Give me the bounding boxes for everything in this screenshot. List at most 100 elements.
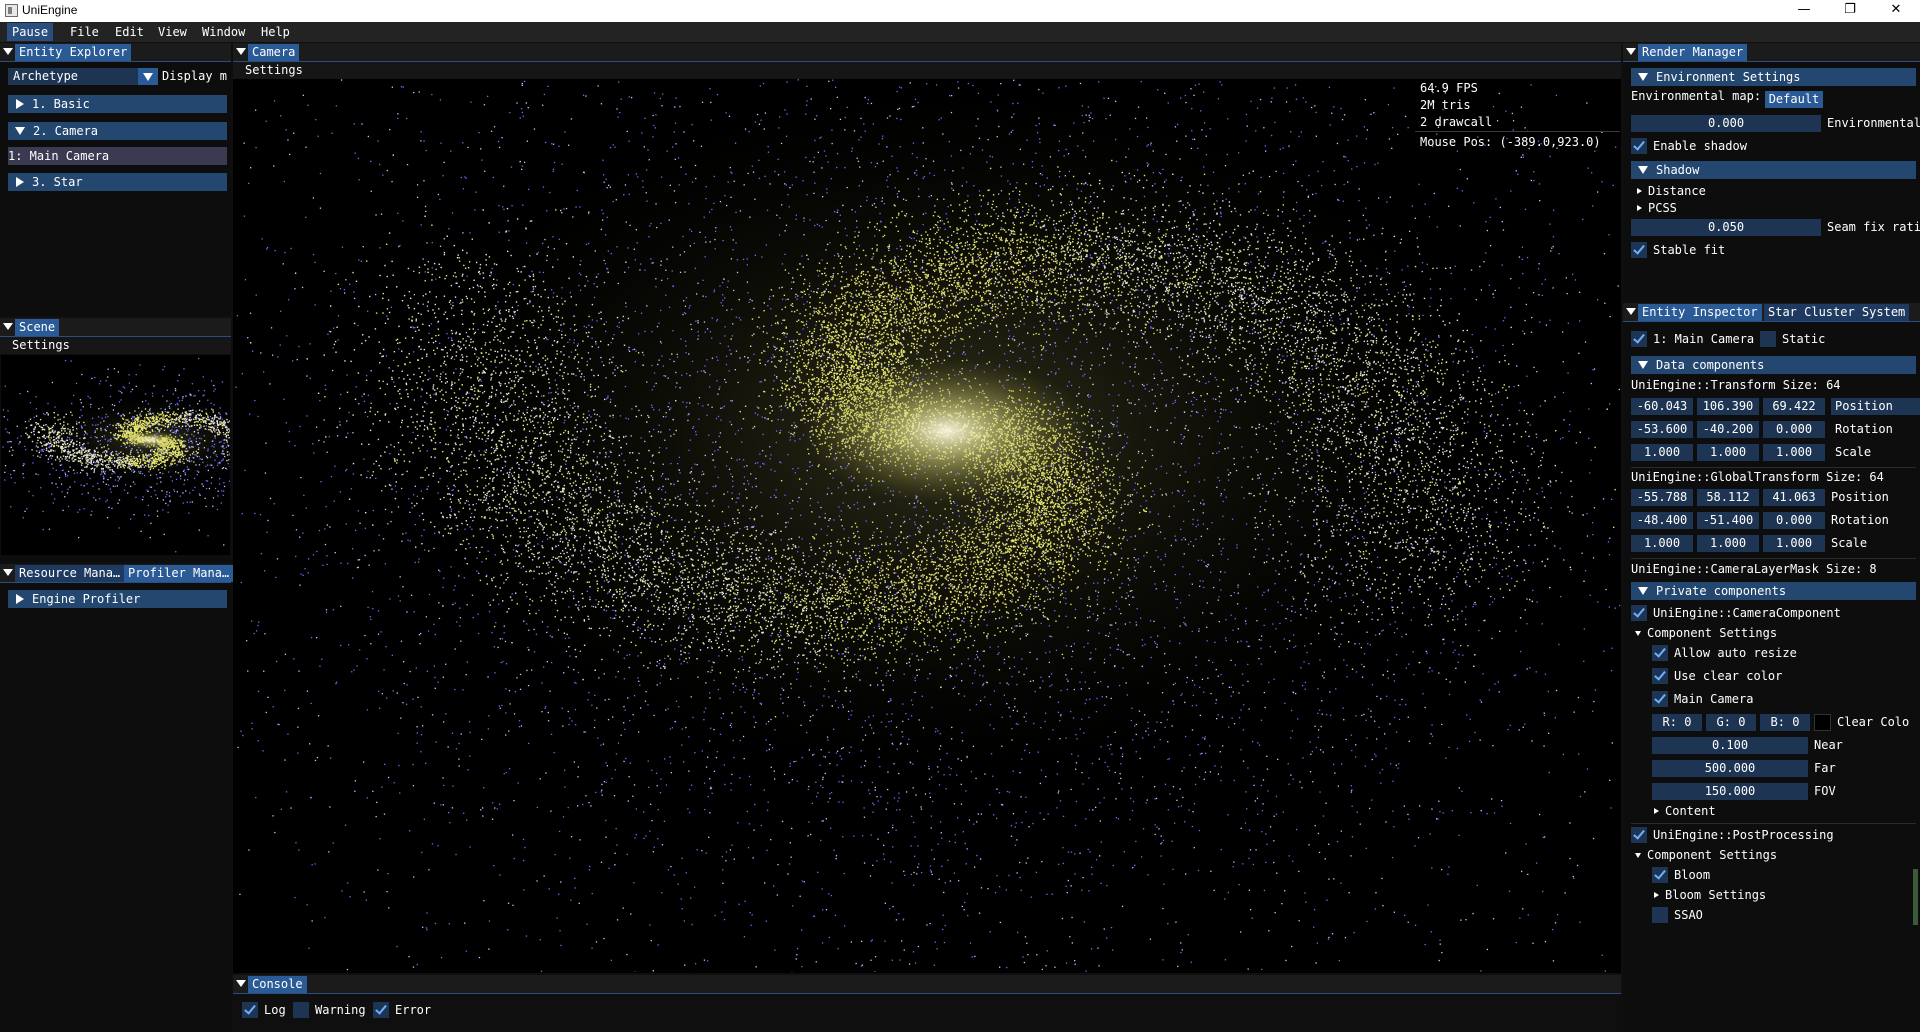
- console-panel: Console Log Warning Error: [233, 975, 1621, 1032]
- scene-preview[interactable]: [1, 355, 230, 555]
- close-icon[interactable]: ✕: [1873, 0, 1919, 22]
- camera-viewport[interactable]: [235, 79, 1621, 972]
- stable-fit-label: Stable fit: [1653, 242, 1725, 259]
- clear-color-swatch[interactable]: [1814, 714, 1831, 731]
- enable-shadow-checkbox[interactable]: [1631, 138, 1647, 154]
- entity-group-camera[interactable]: 2. Camera: [8, 122, 227, 140]
- env-map-button[interactable]: Default: [1765, 91, 1823, 108]
- fov-slider[interactable]: 150.000: [1652, 783, 1808, 800]
- camera-settings-label[interactable]: Settings: [245, 63, 303, 77]
- bloom-checkbox[interactable]: [1652, 867, 1668, 883]
- tab-console[interactable]: Console: [248, 976, 307, 993]
- bloom-settings-node[interactable]: Bloom Settings: [1648, 887, 1766, 904]
- distance-node[interactable]: Distance: [1631, 183, 1706, 200]
- far-plane-slider[interactable]: 500.000: [1652, 760, 1808, 777]
- transform-position-x[interactable]: -60.043: [1631, 398, 1693, 415]
- tab-star-cluster-system[interactable]: Star Cluster System: [1764, 304, 1910, 321]
- transform-scale-x[interactable]: 1.000: [1631, 444, 1693, 461]
- minimize-icon[interactable]: —: [1781, 0, 1827, 22]
- menu-edit[interactable]: Edit: [110, 23, 149, 41]
- global-rotation-x[interactable]: -48.400: [1631, 512, 1693, 529]
- transform-rotation-x[interactable]: -53.600: [1631, 421, 1693, 438]
- clear-color-b[interactable]: B: 0: [1760, 714, 1810, 731]
- component-settings-node-2[interactable]: Component Settings: [1629, 847, 1777, 864]
- post-processing-checkbox[interactable]: [1631, 827, 1647, 843]
- use-clear-color-checkbox[interactable]: [1652, 668, 1668, 684]
- menu-file[interactable]: File: [65, 23, 104, 41]
- private-components-header[interactable]: Private components: [1631, 582, 1916, 600]
- menu-window[interactable]: Window: [197, 23, 250, 41]
- transform-scale-y[interactable]: 1.000: [1697, 444, 1759, 461]
- env-intensity-slider[interactable]: 0.000: [1631, 115, 1821, 132]
- caret-right-icon: [1637, 205, 1642, 211]
- allow-auto-resize-checkbox[interactable]: [1652, 645, 1668, 661]
- clear-color-r[interactable]: R: 0: [1652, 714, 1702, 731]
- ssao-checkbox[interactable]: [1652, 907, 1668, 923]
- global-rotation-z[interactable]: 0.000: [1763, 512, 1825, 529]
- collapse-icon[interactable]: [236, 48, 246, 55]
- pause-button[interactable]: Pause: [7, 23, 54, 41]
- scene-settings-label[interactable]: Settings: [12, 338, 70, 352]
- transform-rotation-y[interactable]: -40.200: [1697, 421, 1759, 438]
- pcss-node[interactable]: PCSS: [1631, 200, 1677, 217]
- tab-scene[interactable]: Scene: [15, 319, 60, 336]
- collapse-icon[interactable]: [3, 48, 13, 55]
- seam-fix-slider[interactable]: 0.050: [1631, 219, 1821, 236]
- transform-rotation-z[interactable]: 0.000: [1763, 421, 1825, 438]
- tab-entity-inspector[interactable]: Entity Inspector: [1638, 304, 1762, 321]
- tab-entity-explorer[interactable]: Entity Explorer: [15, 44, 132, 61]
- log-checkbox[interactable]: [242, 1002, 258, 1018]
- global-scale-z[interactable]: 1.000: [1763, 535, 1825, 552]
- global-position-label: Position: [1831, 489, 1889, 506]
- global-scale-x[interactable]: 1.000: [1631, 535, 1693, 552]
- maximize-icon[interactable]: ❐: [1827, 0, 1873, 22]
- collapse-icon[interactable]: [3, 323, 13, 330]
- tab-render-manager[interactable]: Render Manager: [1638, 44, 1748, 61]
- content-node[interactable]: Content: [1648, 803, 1716, 820]
- component-settings-node[interactable]: Component Settings: [1629, 625, 1777, 642]
- warning-checkbox[interactable]: [293, 1002, 309, 1018]
- near-plane-slider[interactable]: 0.100: [1652, 737, 1808, 754]
- camera-component-checkbox[interactable]: [1631, 605, 1647, 621]
- shadow-header[interactable]: Shadow: [1631, 161, 1916, 179]
- global-rotation-y[interactable]: -51.400: [1697, 512, 1759, 529]
- collapse-icon[interactable]: [1626, 308, 1636, 315]
- menu-help[interactable]: Help: [256, 23, 295, 41]
- data-components-header[interactable]: Data components: [1631, 356, 1916, 374]
- shadow-label: Shadow: [1656, 163, 1699, 177]
- collapse-icon[interactable]: [3, 569, 13, 576]
- engine-profiler-item[interactable]: Engine Profiler: [8, 590, 227, 608]
- tab-profiler-manager[interactable]: Profiler Mana…: [124, 565, 236, 582]
- main-camera-checkbox[interactable]: [1652, 691, 1668, 707]
- archetype-dropdown[interactable]: Archetype: [8, 68, 158, 85]
- static-label: Static: [1782, 331, 1825, 348]
- environment-settings-header[interactable]: Environment Settings: [1631, 68, 1916, 86]
- stable-fit-checkbox[interactable]: [1631, 242, 1647, 258]
- entity-group-basic[interactable]: 1. Basic: [8, 95, 227, 113]
- transform-scale-z[interactable]: 1.000: [1763, 444, 1825, 461]
- global-position-z[interactable]: 41.063: [1763, 489, 1825, 506]
- global-position-x[interactable]: -55.788: [1631, 489, 1693, 506]
- entity-group-star[interactable]: 3. Star: [8, 173, 227, 191]
- display-mode-label: Display m: [162, 68, 228, 85]
- clear-color-g[interactable]: G: 0: [1706, 714, 1756, 731]
- tab-resource-manager[interactable]: Resource Mana…: [15, 565, 128, 582]
- scrollbar-thumb[interactable]: [1913, 869, 1918, 925]
- global-position-y[interactable]: 58.112: [1697, 489, 1759, 506]
- allow-auto-resize-label: Allow auto resize: [1674, 645, 1797, 662]
- collapse-icon[interactable]: [1626, 48, 1636, 55]
- collapse-icon[interactable]: [236, 980, 246, 987]
- entity-enabled-checkbox[interactable]: [1631, 331, 1647, 347]
- menu-view[interactable]: View: [153, 23, 192, 41]
- tab-camera[interactable]: Camera: [248, 44, 300, 61]
- entity-main-camera[interactable]: 1: Main Camera: [8, 147, 227, 165]
- transform-position-y[interactable]: 106.390: [1697, 398, 1759, 415]
- global-scale-y[interactable]: 1.000: [1697, 535, 1759, 552]
- transform-position-z[interactable]: 69.422: [1763, 398, 1825, 415]
- transform-position-label: Position: [1831, 398, 1920, 415]
- static-checkbox[interactable]: [1760, 331, 1776, 347]
- console-tabbar: Console: [233, 975, 1621, 994]
- clear-color-label: Clear Colo: [1837, 714, 1920, 731]
- error-checkbox[interactable]: [373, 1002, 389, 1018]
- chevron-down-icon[interactable]: [138, 68, 158, 85]
